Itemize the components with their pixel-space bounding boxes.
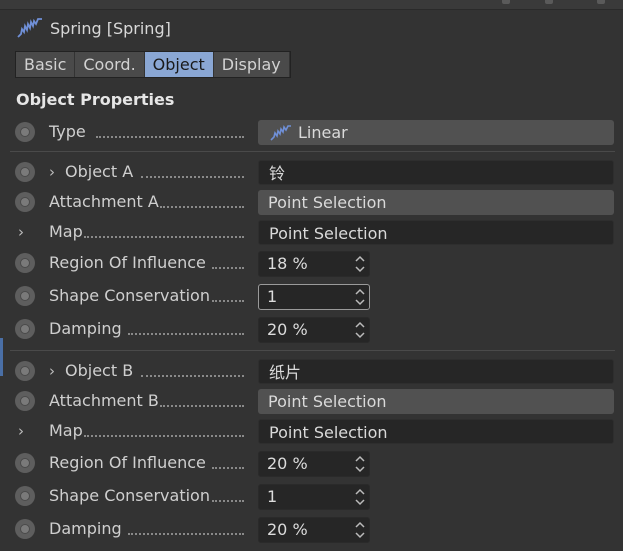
spring-icon [17, 18, 42, 38]
damping-b-value: 20 % [267, 520, 308, 539]
attachment-b-label: Attachment B [49, 391, 159, 410]
object-b-label: Object B [65, 361, 134, 380]
shape-b-value: 1 [267, 487, 278, 506]
damping-a-label: Damping [49, 319, 122, 338]
attachment-b-select[interactable]: Point Selection [258, 389, 614, 414]
leader-dots [141, 373, 244, 377]
region-b-label: Region Of Influence [49, 453, 206, 472]
leader-dots [160, 403, 244, 407]
region-a-row: Region Of Influence 18 % [0, 248, 623, 278]
leader-dots [212, 465, 244, 469]
animate-radio-icon[interactable] [15, 286, 35, 306]
animate-radio-icon[interactable] [15, 361, 35, 381]
divider [10, 350, 615, 351]
tab-object[interactable]: Object [144, 52, 214, 77]
attachment-a-label: Attachment A [49, 192, 159, 211]
damping-a-value: 20 % [267, 320, 308, 339]
spring-type-icon [270, 124, 291, 141]
animate-radio-icon[interactable] [15, 162, 35, 182]
chevron-right-icon[interactable]: › [18, 223, 24, 241]
shape-b-input[interactable]: 1 [258, 484, 370, 510]
chevron-right-icon[interactable]: › [49, 362, 55, 380]
tab-bar: Basic Coord. Object Display [15, 51, 291, 78]
map-b-field[interactable]: Point Selection [258, 419, 614, 444]
map-b-label: Map [49, 421, 83, 440]
object-a-label: Object A [65, 162, 134, 181]
map-a-row: › Map Point Selection [0, 217, 623, 247]
animate-radio-icon[interactable] [15, 122, 35, 142]
chevron-right-icon[interactable]: › [49, 163, 55, 181]
animate-radio-icon[interactable] [15, 486, 35, 506]
object-a-link-field[interactable]: 铃 [258, 160, 614, 185]
stepper-icon[interactable] [354, 520, 366, 540]
stepper-icon[interactable] [354, 320, 366, 340]
map-a-label: Map [49, 222, 83, 241]
divider [10, 151, 615, 152]
damping-b-label: Damping [49, 519, 122, 538]
stepper-icon[interactable] [354, 254, 366, 274]
region-a-label: Region Of Influence [49, 253, 206, 272]
tab-basic[interactable]: Basic [16, 52, 76, 77]
leader-dots [128, 331, 244, 335]
leader-dots [96, 134, 244, 138]
animate-radio-icon[interactable] [15, 391, 35, 411]
object-title: Spring [Spring] [50, 18, 171, 38]
shape-b-row: Shape Conservation 1 [0, 481, 623, 511]
object-b-row: › Object B 纸片 [0, 356, 623, 386]
tab-display[interactable]: Display [213, 52, 290, 77]
top-toolbar-strip [0, 0, 623, 10]
animate-radio-icon[interactable] [15, 253, 35, 273]
leader-dots [212, 265, 244, 269]
shape-a-input[interactable]: 1 [258, 284, 370, 310]
section-title: Object Properties [16, 90, 175, 109]
region-a-value: 18 % [267, 254, 308, 273]
toolbar-handle[interactable] [545, 0, 553, 4]
leader-dots [84, 433, 244, 437]
animate-radio-icon[interactable] [15, 319, 35, 339]
stepper-icon[interactable] [354, 454, 366, 474]
type-row: Type Linear [0, 117, 623, 147]
type-select[interactable]: Linear [258, 120, 614, 145]
region-b-value: 20 % [267, 454, 308, 473]
attachment-a-row: Attachment A Point Selection [0, 187, 623, 217]
stepper-icon[interactable] [354, 487, 366, 507]
leader-dots [141, 174, 244, 178]
region-a-input[interactable]: 18 % [258, 251, 370, 277]
damping-a-row: Damping 20 % [0, 314, 623, 344]
leader-dots [128, 531, 244, 535]
tab-coord[interactable]: Coord. [75, 52, 145, 77]
object-a-row: › Object A 铃 [0, 157, 623, 187]
region-b-input[interactable]: 20 % [258, 451, 370, 477]
toolbar-handle[interactable] [502, 0, 510, 4]
leader-dots [212, 298, 244, 302]
damping-a-input[interactable]: 20 % [258, 317, 370, 343]
attachment-b-row: Attachment B Point Selection [0, 386, 623, 416]
damping-b-row: Damping 20 % [0, 514, 623, 544]
attachment-a-select[interactable]: Point Selection [258, 190, 614, 215]
stepper-icon[interactable] [354, 287, 366, 307]
animate-radio-icon[interactable] [15, 519, 35, 539]
animate-radio-icon[interactable] [15, 453, 35, 473]
leader-dots [160, 204, 244, 208]
toolbar-handle[interactable] [597, 0, 605, 4]
shape-a-row: Shape Conservation 1 [0, 281, 623, 311]
object-header: Spring [Spring] [16, 14, 171, 42]
chevron-right-icon[interactable]: › [18, 422, 24, 440]
object-b-link-field[interactable]: 纸片 [258, 359, 614, 384]
map-a-field[interactable]: Point Selection [258, 220, 614, 245]
region-b-row: Region Of Influence 20 % [0, 448, 623, 478]
animate-radio-icon[interactable] [15, 192, 35, 212]
damping-b-input[interactable]: 20 % [258, 517, 370, 543]
leader-dots [212, 498, 244, 502]
shape-a-label: Shape Conservation [49, 286, 210, 305]
map-b-row: › Map Point Selection [0, 416, 623, 446]
type-value: Linear [298, 123, 348, 142]
leader-dots [84, 234, 244, 238]
shape-a-value: 1 [267, 287, 278, 306]
shape-b-label: Shape Conservation [49, 486, 210, 505]
type-label: Type [49, 122, 86, 141]
